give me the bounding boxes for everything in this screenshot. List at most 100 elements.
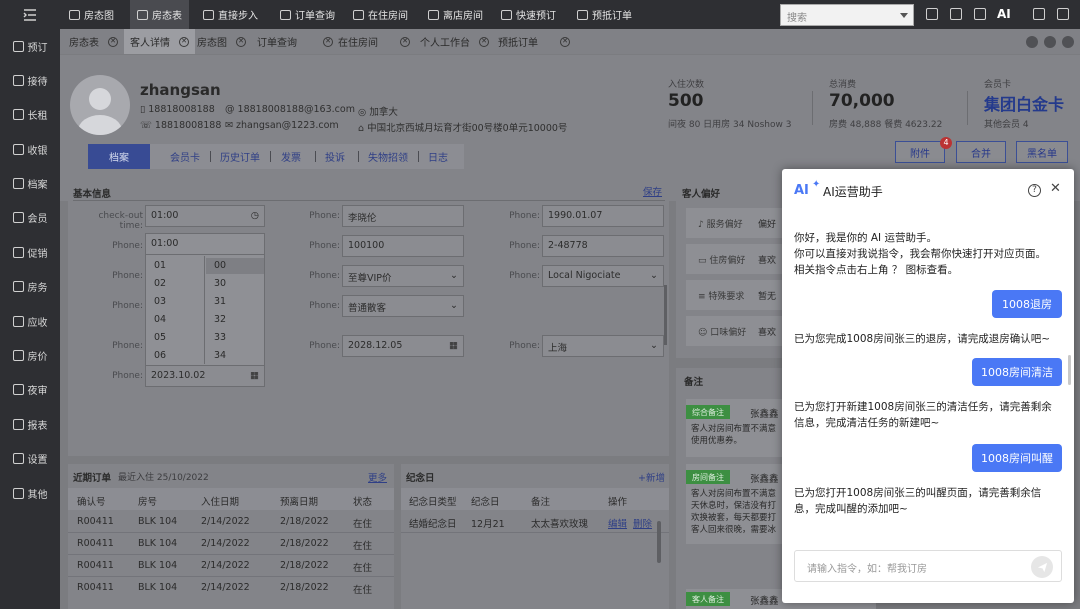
tab-workbench[interactable]: 个人工作台 ✕ xyxy=(420,29,489,54)
subtab-lost-found[interactable]: 失物招领 xyxy=(368,144,408,169)
nav-room-status-table[interactable]: 房态表 xyxy=(130,0,189,29)
user-icon[interactable] xyxy=(1057,8,1069,20)
nav-departed[interactable]: 离店房间 xyxy=(421,0,490,29)
minute-option[interactable]: 32 xyxy=(214,314,226,325)
sidebar-item-booking[interactable]: 预订 xyxy=(0,31,60,61)
sidebar-item-archive[interactable]: 档案 xyxy=(0,168,60,198)
text-input[interactable]: 2-48778 xyxy=(542,235,664,257)
divider xyxy=(315,151,316,162)
subtab-profile[interactable]: 档案 xyxy=(88,144,150,169)
subtab-member-card[interactable]: 会员卡 xyxy=(170,144,200,169)
send-icon[interactable] xyxy=(1031,556,1053,578)
calendar-icon: ▦ xyxy=(250,370,259,381)
delete-link[interactable]: 删除 xyxy=(633,516,652,530)
nav-in-house[interactable]: 在住房间 xyxy=(346,0,415,29)
city-select[interactable]: 上海 ⌄ xyxy=(542,335,664,357)
minute-option[interactable]: 33 xyxy=(214,332,226,343)
close-icon[interactable]: ✕ xyxy=(1050,181,1061,196)
date-input[interactable]: 2023.10.02 ▦ xyxy=(145,365,265,387)
scrollbar[interactable] xyxy=(1068,355,1071,385)
agreement-select[interactable]: Local Nigociate ⌄ xyxy=(542,265,664,287)
subtab-order-history[interactable]: 历史订单 xyxy=(220,144,260,169)
tab-order-query[interactable]: 订单查询 ✕ xyxy=(257,29,333,54)
guest-phone: ☏ 18818008188 xyxy=(140,120,222,131)
tab-room-map[interactable]: 房态图 ✕ xyxy=(197,29,246,54)
sidebar-item-report[interactable]: 报表 xyxy=(0,409,60,439)
guest-mobile: ▯ 18818008188 xyxy=(140,104,215,115)
merge-button[interactable]: 合并 xyxy=(956,141,1006,163)
scrollbar[interactable] xyxy=(657,521,661,563)
anniversary-card: 纪念日 +新增 纪念日类型 纪念日 备注 操作 结婚纪念日 12月21 太太喜欢… xyxy=(401,464,669,609)
sidebar-item-housekeeping[interactable]: 房务 xyxy=(0,271,60,301)
minute-option[interactable]: 00 xyxy=(214,260,226,271)
calculator-icon[interactable] xyxy=(974,8,986,20)
subtab-invoice[interactable]: 发票 xyxy=(281,144,301,169)
nav-room-status-map[interactable]: 房态图 xyxy=(62,0,121,29)
nav-arrival-orders[interactable]: 预抵订单 xyxy=(570,0,639,29)
sidebar-item-member[interactable]: 会员 xyxy=(0,202,60,232)
ai-command-input[interactable]: 请输入指令，如：帮我订房 xyxy=(794,550,1062,582)
hour-option[interactable]: 04 xyxy=(154,314,166,325)
hour-option[interactable]: 05 xyxy=(154,332,166,343)
close-icon[interactable]: ✕ xyxy=(108,36,118,47)
close-icon[interactable]: ✕ xyxy=(179,36,189,47)
table-cell: 2/14/2022 xyxy=(201,560,250,571)
tab-guest-detail[interactable]: 客人详情 ✕ xyxy=(124,29,195,54)
hour-option[interactable]: 02 xyxy=(154,278,166,289)
minute-option[interactable]: 30 xyxy=(214,278,226,289)
global-search-input[interactable]: 搜索 xyxy=(780,4,914,26)
minimize-icon[interactable] xyxy=(1026,36,1038,48)
hour-option[interactable]: 03 xyxy=(154,296,166,307)
sidebar-item-long-rent[interactable]: 长租 xyxy=(0,99,60,129)
sidebar-item-more[interactable]: 其他 xyxy=(0,478,60,508)
hour-option[interactable]: 01 xyxy=(154,260,166,271)
close-icon[interactable]: ✕ xyxy=(560,36,570,47)
add-anniversary-link[interactable]: +新增 xyxy=(638,470,665,484)
save-link[interactable]: 保存 xyxy=(643,184,662,198)
sidebar-item-promo[interactable]: 促销 xyxy=(0,237,60,267)
text-input[interactable]: 李晓伦 xyxy=(342,205,464,227)
minute-option[interactable]: 34 xyxy=(214,350,226,361)
attachment-button[interactable]: 附件 xyxy=(895,141,945,163)
subtab-log[interactable]: 日志 xyxy=(428,144,448,169)
anniversary-title: 纪念日 xyxy=(406,473,435,484)
sidebar-item-settings[interactable]: 设置 xyxy=(0,443,60,473)
edit-link[interactable]: 编辑 xyxy=(608,516,627,530)
nav-order-query[interactable]: 订单查询 xyxy=(273,0,342,29)
tab-arrival-orders[interactable]: 预抵订单 ✕ xyxy=(498,29,570,54)
restore-icon[interactable] xyxy=(1044,36,1056,48)
nav-quick-booking[interactable]: 快速预订 xyxy=(494,0,563,29)
date-input[interactable]: 2028.12.05 ▦ xyxy=(342,335,464,357)
help-icon[interactable]: ? xyxy=(1028,184,1041,197)
text-input[interactable]: 100100 xyxy=(342,235,464,257)
close-icon[interactable]: ✕ xyxy=(479,36,489,47)
lock-icon[interactable] xyxy=(926,8,938,20)
ai-assistant-button[interactable]: AI xyxy=(997,7,1011,21)
subtab-complaint[interactable]: 投诉 xyxy=(325,144,345,169)
sidebar-item-night-audit[interactable]: 夜审 xyxy=(0,374,60,404)
tab-in-house[interactable]: 在住房间 ✕ xyxy=(338,29,410,54)
tv-icon[interactable] xyxy=(1033,8,1045,20)
text-input[interactable]: 1990.01.07 xyxy=(542,205,664,227)
close-icon[interactable]: ✕ xyxy=(236,36,246,47)
scrollbar[interactable] xyxy=(664,285,667,345)
message-icon[interactable] xyxy=(950,8,962,20)
sidebar-item-reception[interactable]: 接待 xyxy=(0,65,60,95)
sidebar-item-receivable[interactable]: 应收 xyxy=(0,306,60,336)
rate-select[interactable]: 至尊VIP价 ⌄ xyxy=(342,265,464,287)
tab-room-table[interactable]: 房态表 ✕ xyxy=(69,29,118,54)
close-icon[interactable]: ✕ xyxy=(323,36,333,47)
hour-option[interactable]: 06 xyxy=(154,350,166,361)
sidebar-item-cashier[interactable]: 收银 xyxy=(0,134,60,164)
close-icon[interactable]: ✕ xyxy=(400,36,410,47)
minute-option[interactable]: 31 xyxy=(214,296,226,307)
menu-toggle-icon[interactable] xyxy=(0,0,60,29)
more-link[interactable]: 更多 xyxy=(368,470,387,484)
close-window-icon[interactable] xyxy=(1062,36,1074,48)
checkout-time-input[interactable]: 01:00 ◷ xyxy=(145,205,265,227)
guest-type-select[interactable]: 普通散客 ⌄ xyxy=(342,295,464,317)
blacklist-button[interactable]: 黑名单 xyxy=(1016,141,1068,163)
total-spend-value: 70,000 xyxy=(829,91,895,111)
sidebar-item-price[interactable]: 房价 xyxy=(0,340,60,370)
nav-walk-in[interactable]: 直接步入 xyxy=(196,0,265,29)
